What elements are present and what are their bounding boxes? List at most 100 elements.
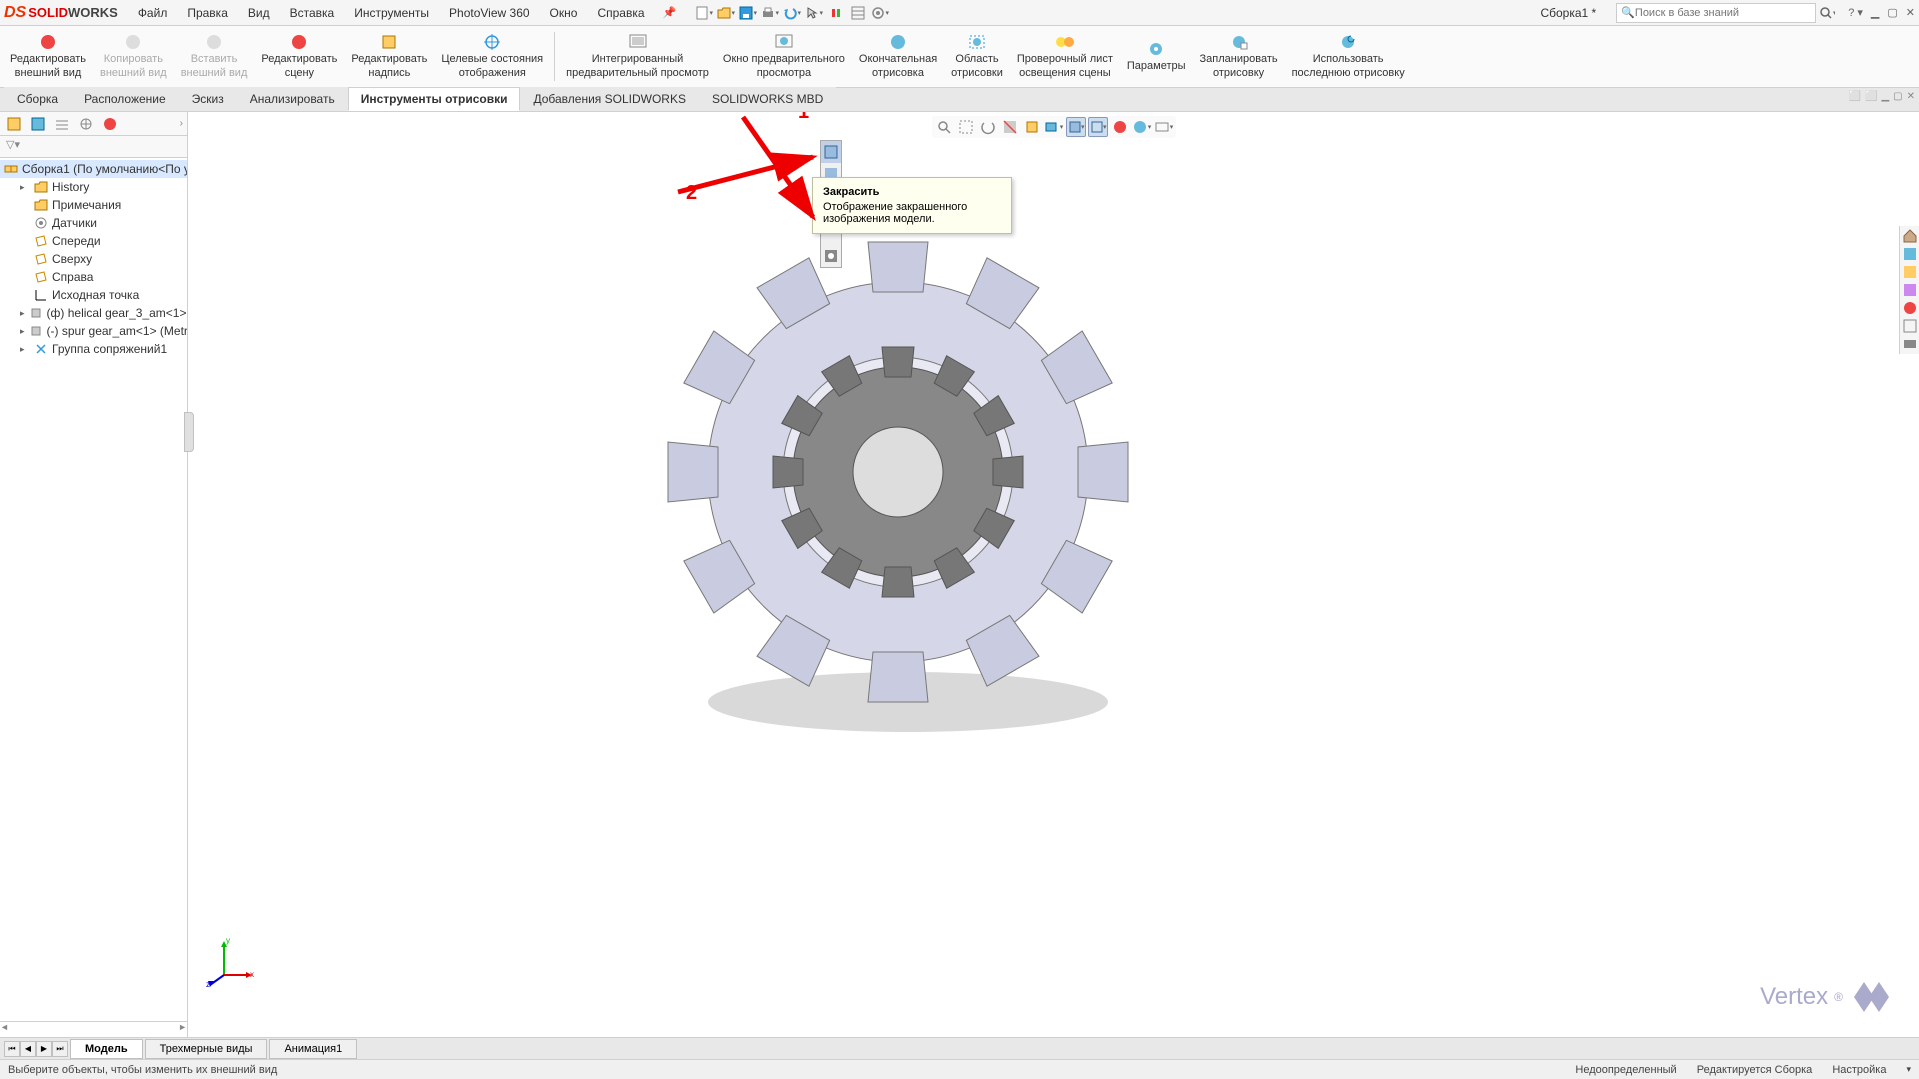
display-style-icon[interactable]: ▾ <box>1044 117 1064 137</box>
apply-scene-icon[interactable]: ▾ <box>1132 117 1152 137</box>
ribbon-final-render[interactable]: Окончательнаяотрисовка <box>853 28 943 85</box>
taskpane-custom-icon[interactable] <box>1902 318 1918 334</box>
ribbon-recall-render[interactable]: Использоватьпоследнюю отрисовку <box>1286 28 1411 85</box>
pin-icon[interactable]: 📌 <box>663 6 677 19</box>
menu-file[interactable]: Файл <box>128 2 178 24</box>
undo-icon[interactable]: ▾ <box>782 3 802 23</box>
tab-last-icon[interactable]: ⏭ <box>52 1041 68 1057</box>
tab-prev-icon[interactable]: ◀ <box>20 1041 36 1057</box>
tree-view4-icon[interactable] <box>76 114 96 134</box>
panel-collapse-handle[interactable] <box>184 412 194 452</box>
view-orientation-icon[interactable] <box>1022 117 1042 137</box>
status-dropdown-icon[interactable]: ▾ <box>1906 1064 1911 1076</box>
tree-view3-icon[interactable] <box>52 114 72 134</box>
section-view-icon[interactable] <box>1000 117 1020 137</box>
tab-solidworks-addins[interactable]: Добавления SOLIDWORKS <box>520 87 699 111</box>
menu-insert[interactable]: Вставка <box>280 2 345 24</box>
rebuild-icon[interactable] <box>826 3 846 23</box>
doc-close-icon[interactable]: ✕ <box>1907 91 1915 102</box>
search-box[interactable]: 🔍 <box>1616 3 1816 23</box>
ribbon-integrated-preview[interactable]: Интегрированныйпредварительный просмотр <box>560 28 715 85</box>
graphics-viewport[interactable]: ▾ ▾ ▾ ▾ ▾ Закрасить Отображение закрашен… <box>188 112 1919 1037</box>
taskpane-resources-icon[interactable] <box>1902 246 1918 262</box>
menu-photoview[interactable]: PhotoView 360 <box>439 2 540 24</box>
hidden-lines-icon[interactable]: ▾ <box>1088 117 1108 137</box>
status-customize[interactable]: Настройка <box>1832 1064 1886 1076</box>
tree-origin[interactable]: Исходная точка <box>0 286 187 304</box>
taskpane-view-icon[interactable] <box>1902 282 1918 298</box>
maximize-icon[interactable]: ▢ <box>1887 6 1897 19</box>
ribbon-schedule-render[interactable]: Запланироватьотрисовку <box>1194 28 1284 85</box>
menu-help[interactable]: Справка <box>587 2 654 24</box>
tree-view2-icon[interactable] <box>28 114 48 134</box>
taskpane-forum-icon[interactable] <box>1902 336 1918 352</box>
tab-assembly[interactable]: Сборка <box>4 87 71 111</box>
bottom-tab-animation[interactable]: Анимация1 <box>269 1039 357 1059</box>
tab-mbd[interactable]: SOLIDWORKS MBD <box>699 87 836 111</box>
tree-right-plane[interactable]: Справа <box>0 268 187 286</box>
menu-edit[interactable]: Правка <box>177 2 238 24</box>
search-input[interactable] <box>1635 7 1805 19</box>
tree-view1-icon[interactable] <box>4 114 24 134</box>
ribbon-edit-appearance[interactable]: Редактироватьвнешний вид <box>4 28 92 85</box>
tab-layout[interactable]: Расположение <box>71 87 179 111</box>
orientation-triad[interactable]: y x z <box>206 937 256 987</box>
taskpane-home-icon[interactable] <box>1902 228 1918 244</box>
ribbon-preview-window[interactable]: Окно предварительногопросмотра <box>717 28 851 85</box>
tab-first-icon[interactable]: ⏮ <box>4 1041 20 1057</box>
tree-history[interactable]: ▸History <box>0 178 187 196</box>
tree-part-spur[interactable]: ▸(-) spur gear_am<1> (Metric <box>0 322 187 340</box>
doc-expand-icon[interactable]: ⬜ <box>1849 91 1861 102</box>
bottom-tab-model[interactable]: Модель <box>70 1039 143 1059</box>
doc-expand2-icon[interactable]: ⬜ <box>1865 91 1877 102</box>
new-icon[interactable]: ▾ <box>694 3 714 23</box>
ribbon-render-region[interactable]: Областьотрисовки <box>945 28 1009 85</box>
close-icon[interactable]: ✕ <box>1906 6 1915 19</box>
tab-render-tools[interactable]: Инструменты отрисовки <box>348 87 521 111</box>
tree-root[interactable]: Сборка1 (По умолчанию<По у <box>0 160 187 178</box>
taskpane-design-icon[interactable] <box>1902 264 1918 280</box>
view-settings-icon[interactable]: ▾ <box>1154 117 1174 137</box>
zoom-fit-icon[interactable] <box>934 117 954 137</box>
tree-mates[interactable]: ▸Группа сопряжений1 <box>0 340 187 358</box>
print-icon[interactable]: ▾ <box>760 3 780 23</box>
edit-appearance-icon[interactable] <box>1110 117 1130 137</box>
tree-part-helical[interactable]: ▸(ф) helical gear_3_am<1> (M <box>0 304 187 322</box>
tree-top-plane[interactable]: Сверху <box>0 250 187 268</box>
minimize-icon[interactable]: ▁ <box>1871 6 1879 19</box>
taskpane-appearance-icon[interactable] <box>1902 300 1918 316</box>
ribbon-target-display[interactable]: Целевые состоянияотображения <box>435 28 549 85</box>
tree-annotations[interactable]: Примечания <box>0 196 187 214</box>
tab-evaluate[interactable]: Анализировать <box>237 87 348 111</box>
ribbon-light-proof[interactable]: Проверочный листосвещения сцены <box>1011 28 1119 85</box>
save-icon[interactable]: ▾ <box>738 3 758 23</box>
ribbon-edit-decal[interactable]: Редактироватьнадпись <box>345 28 433 85</box>
options-icon[interactable] <box>848 3 868 23</box>
zoom-area-icon[interactable] <box>956 117 976 137</box>
tree-sensors[interactable]: Датчики <box>0 214 187 232</box>
select-icon[interactable]: ▾ <box>804 3 824 23</box>
menu-tools[interactable]: Инструменты <box>344 2 439 24</box>
help-icon[interactable]: ? ▾ <box>1848 6 1863 19</box>
menu-view[interactable]: Вид <box>238 2 280 24</box>
filter-icon[interactable]: ▽▾ <box>6 139 20 151</box>
search-dropdown-icon[interactable]: ▾ <box>1816 3 1836 23</box>
settings-icon[interactable]: ▾ <box>870 3 890 23</box>
tab-next-icon[interactable]: ▶ <box>36 1041 52 1057</box>
tree-front-plane[interactable]: Спереди <box>0 232 187 250</box>
ribbon-edit-scene[interactable]: Редактироватьсцену <box>255 28 343 85</box>
tab-sketch[interactable]: Эскиз <box>179 87 237 111</box>
tree-scrollbar[interactable]: ◄► <box>0 1021 187 1037</box>
bottom-tab-3dviews[interactable]: Трехмерные виды <box>145 1039 268 1059</box>
dropdown-perspective[interactable] <box>821 245 841 267</box>
window-controls: ? ▾ ▁ ▢ ✕ <box>1848 6 1915 19</box>
shaded-edges-icon[interactable]: ▾ <box>1066 117 1086 137</box>
previous-view-icon[interactable] <box>978 117 998 137</box>
tree-expand-icon[interactable]: › <box>180 118 183 129</box>
open-icon[interactable]: ▾ <box>716 3 736 23</box>
doc-maximize-icon[interactable]: ▢ <box>1893 91 1902 102</box>
menu-window[interactable]: Окно <box>540 2 588 24</box>
doc-minimize-icon[interactable]: ▁ <box>1881 91 1889 102</box>
ribbon-options[interactable]: Параметры <box>1121 28 1192 85</box>
tree-view5-icon[interactable] <box>100 114 120 134</box>
